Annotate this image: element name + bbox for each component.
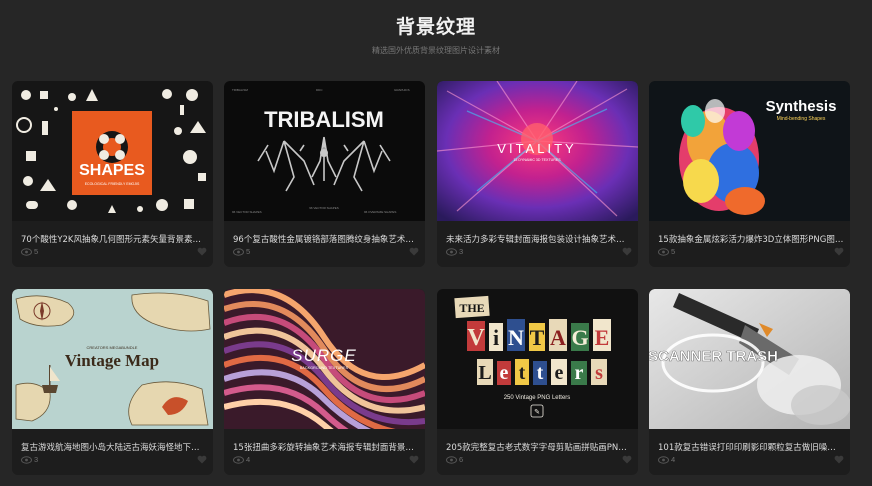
eye-icon xyxy=(446,456,457,464)
thumb-subtitle: CREATORS MEGABUNDLE xyxy=(87,345,138,350)
view-count: 6 xyxy=(459,455,464,464)
card-vintage-map[interactable]: CREATORS MEGABUNDLE Vintage Map 复古游戏航海地图… xyxy=(12,289,213,475)
thumb-title: SURGE xyxy=(291,346,356,365)
card-thumbnail[interactable]: Synthesis Mind-bending Shapes xyxy=(649,81,850,221)
page-title: 背景纹理 xyxy=(395,16,476,38)
card-title[interactable]: 15张扭曲多彩旋转抽象艺术海报专辑封面背景设计... xyxy=(233,441,419,453)
card-title[interactable]: 复古游戏航海地图小岛大陆远古海妖海怪地下城冒... xyxy=(21,441,207,453)
view-count: 3 xyxy=(459,247,464,256)
svg-text:✎: ✎ xyxy=(534,408,540,416)
svg-text:e: e xyxy=(555,362,564,384)
eye-icon xyxy=(233,456,244,464)
view-count: 5 xyxy=(671,247,676,256)
svg-text:GRAPHICS: GRAPHICS xyxy=(394,88,410,92)
eye-icon xyxy=(658,456,669,464)
card-title[interactable]: 101款复古错误打印印刷影印颗粒复古做旧噪点阻... xyxy=(658,441,844,453)
eye-icon xyxy=(233,248,244,256)
svg-text:t: t xyxy=(519,362,526,384)
svg-text:e: e xyxy=(500,362,509,384)
card-thumbnail[interactable]: CREATORS MEGABUNDLE Vintage Map xyxy=(12,289,213,429)
thumb-subtitle: 250 Vintage PNG Letters xyxy=(504,395,571,401)
card-title[interactable]: 205款完整复古老式数字字母剪贴画拼贴画PNG免... xyxy=(446,441,632,453)
card-shapes[interactable]: SHAPES ECOLOGICAL FRIENDLY EMOJIS 70个酸性Y… xyxy=(12,81,213,267)
card-meta: 5 xyxy=(658,247,844,257)
card-meta: 3 xyxy=(446,247,632,257)
card-thumbnail[interactable]: SCANNER TRASH xyxy=(649,289,850,429)
thumb-title: Vintage Map xyxy=(65,351,159,370)
heart-icon[interactable] xyxy=(409,247,419,256)
heart-icon[interactable] xyxy=(197,455,207,464)
svg-text:96 OVERSIZE SHAPES: 96 OVERSIZE SHAPES xyxy=(364,210,396,214)
thumb-subtitle: 96 VECTOR SHAPES xyxy=(309,206,339,210)
svg-text:V: V xyxy=(467,325,485,351)
card-title[interactable]: 15款抽象金属炫彩活力爆炸3D立体图形PNG图片... xyxy=(658,233,844,245)
card-vintage-letters[interactable]: THE V i N T A G E L e t t e r s Vintage … xyxy=(437,289,638,475)
thumb-subtitle: 15 DYNAMIC 3D TEXTURES xyxy=(513,158,561,162)
svg-text:t: t xyxy=(537,362,544,384)
card-meta: 4 xyxy=(658,455,844,465)
eye-icon xyxy=(21,456,32,464)
card-surge[interactable]: SURGE BACKGROUND TEXTURES 15张扭曲多彩旋转抽象艺术海… xyxy=(224,289,425,475)
view-count: 4 xyxy=(246,455,251,464)
view-count: 5 xyxy=(34,247,39,256)
svg-text:96 VECTOR SHAPES: 96 VECTOR SHAPES xyxy=(232,210,262,214)
thumb-title: TRIBALISM xyxy=(264,107,384,132)
card-meta: 6 xyxy=(446,455,632,465)
thumb-title: SHAPES xyxy=(79,162,145,179)
card-meta: 5 xyxy=(233,247,419,257)
card-vitality[interactable]: VITALITY 15 DYNAMIC 3D TEXTURES 未来活力多彩专辑… xyxy=(437,81,638,267)
card-thumbnail[interactable]: THE V i N T A G E L e t t e r s Vintage … xyxy=(437,289,638,429)
heart-icon[interactable] xyxy=(834,247,844,256)
eye-icon xyxy=(446,248,457,256)
card-thumbnail[interactable]: VITALITY 15 DYNAMIC 3D TEXTURES xyxy=(437,81,638,221)
view-count: 4 xyxy=(671,455,676,464)
thumb-title: VITALITY xyxy=(497,141,576,156)
svg-text:DDC: DDC xyxy=(316,88,323,92)
card-thumbnail[interactable]: SHAPES ECOLOGICAL FRIENDLY EMOJIS xyxy=(12,81,213,221)
heart-icon[interactable] xyxy=(197,247,207,256)
card-tribalism[interactable]: TRIBALISM DDC GRAPHICS 96 VECTOR SHAPES 96 … xyxy=(224,81,425,267)
card-meta: 4 xyxy=(233,455,419,465)
heart-icon[interactable] xyxy=(622,247,632,256)
card-title[interactable]: 70个酸性Y2K风抽象几何图形元素矢量背景素材 Vi... xyxy=(21,233,207,245)
page-subtitle: 精选国外优质背景纹理图片设计素材 xyxy=(372,46,500,55)
svg-text:THE: THE xyxy=(459,301,484,315)
heart-icon[interactable] xyxy=(834,455,844,464)
view-count: 5 xyxy=(246,247,251,256)
thumb-subtitle: BACKGROUND TEXTURES xyxy=(300,366,349,370)
card-meta: 3 xyxy=(21,455,207,465)
thumb-title: SCANNER TRASH xyxy=(649,348,778,365)
svg-text:L: L xyxy=(478,362,491,384)
svg-text:i: i xyxy=(493,325,499,350)
card-title[interactable]: 未来活力多彩专辑封面海报包装设计抽象艺术爆炸... xyxy=(446,233,632,245)
eye-icon xyxy=(658,248,669,256)
card-title[interactable]: 96个复古酸性金属镀铬部落图腾纹身抽象艺术图形... xyxy=(233,233,419,245)
svg-text:G: G xyxy=(571,325,588,350)
heart-icon[interactable] xyxy=(622,455,632,464)
thumb-subtitle: ECOLOGICAL FRIENDLY EMOJIS xyxy=(85,182,140,186)
svg-text:E: E xyxy=(595,325,610,350)
svg-text:r: r xyxy=(575,362,584,384)
svg-text:T: T xyxy=(530,325,545,350)
card-meta: 5 xyxy=(21,247,207,257)
card-grid: SHAPES ECOLOGICAL FRIENDLY EMOJIS 70个酸性Y… xyxy=(12,81,862,481)
svg-text:s: s xyxy=(595,362,603,384)
thumb-title: Synthesis xyxy=(766,98,837,115)
card-thumbnail[interactable]: SURGE BACKGROUND TEXTURES xyxy=(224,289,425,429)
card-thumbnail[interactable]: TRIBALISM DDC GRAPHICS 96 VECTOR SHAPES 96 … xyxy=(224,81,425,221)
heart-icon[interactable] xyxy=(409,455,419,464)
svg-text:TRIBALISM: TRIBALISM xyxy=(232,88,248,92)
svg-text:A: A xyxy=(550,325,566,350)
thumb-subtitle: Mind-bending Shapes xyxy=(777,116,826,122)
card-synthesis[interactable]: Synthesis Mind-bending Shapes 15款抽象金属炫彩活… xyxy=(649,81,850,267)
card-scanner-trash[interactable]: SCANNER TRASH 101款复古错误打印印刷影印颗粒复古做旧噪点阻...… xyxy=(649,289,850,475)
eye-icon xyxy=(21,248,32,256)
view-count: 3 xyxy=(34,455,39,464)
svg-text:N: N xyxy=(508,325,524,350)
